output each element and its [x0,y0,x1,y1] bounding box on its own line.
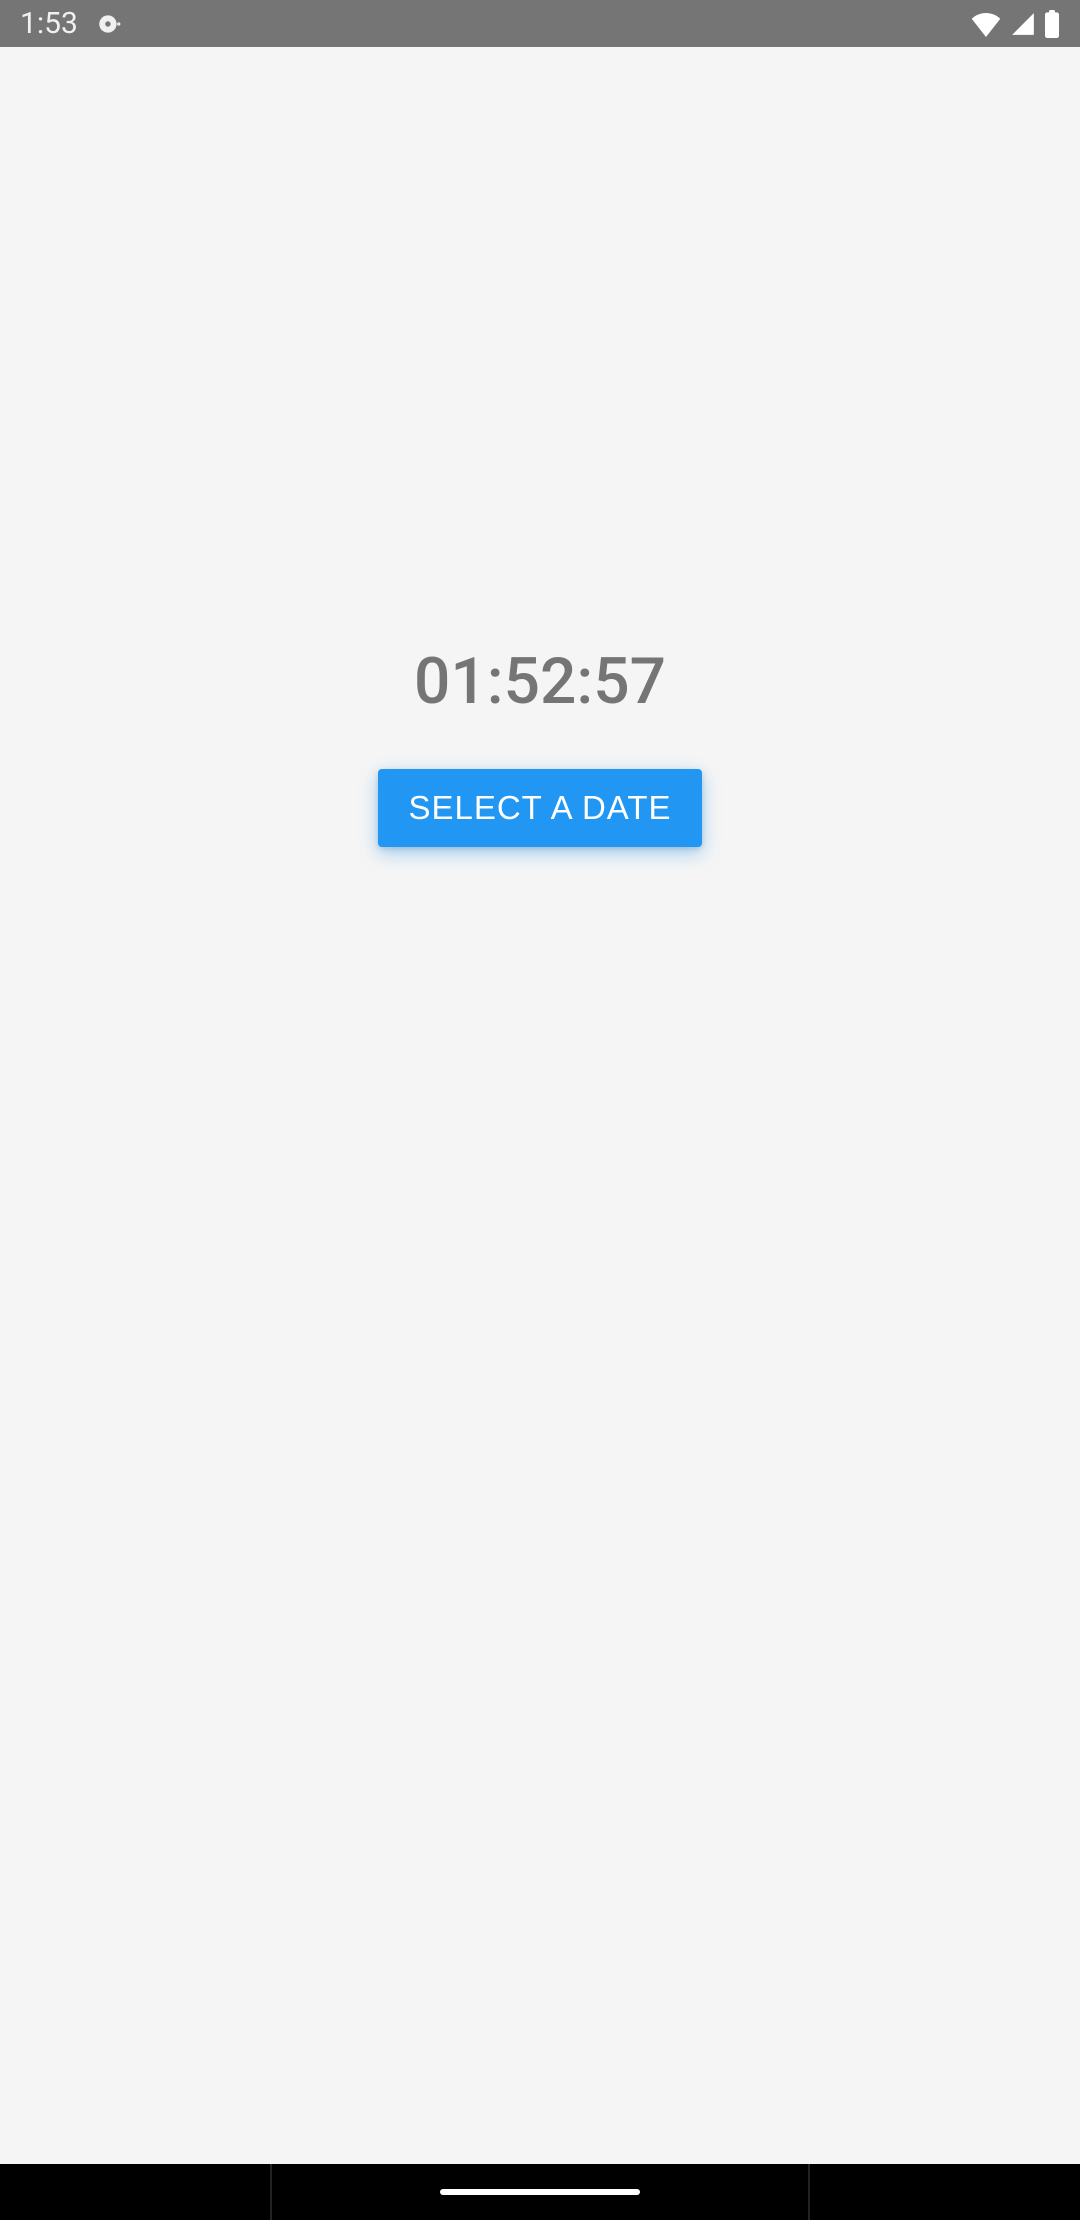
main-content: 01:52:57 SELECT A DATE [0,47,1080,2164]
signal-icon [1010,11,1036,37]
nav-divider [808,2164,810,2220]
navigation-bar[interactable] [0,2164,1080,2220]
battery-icon [1044,10,1060,38]
home-indicator[interactable] [440,2189,640,2195]
status-left: 1:53 [20,6,122,41]
status-right [970,10,1060,38]
status-bar-time: 1:53 [20,6,78,41]
nav-divider [270,2164,272,2220]
time-display: 01:52:57 [414,644,666,719]
select-date-button[interactable]: SELECT A DATE [378,769,701,847]
disc-icon [96,11,122,37]
wifi-icon [970,11,1002,37]
status-bar: 1:53 [0,0,1080,47]
